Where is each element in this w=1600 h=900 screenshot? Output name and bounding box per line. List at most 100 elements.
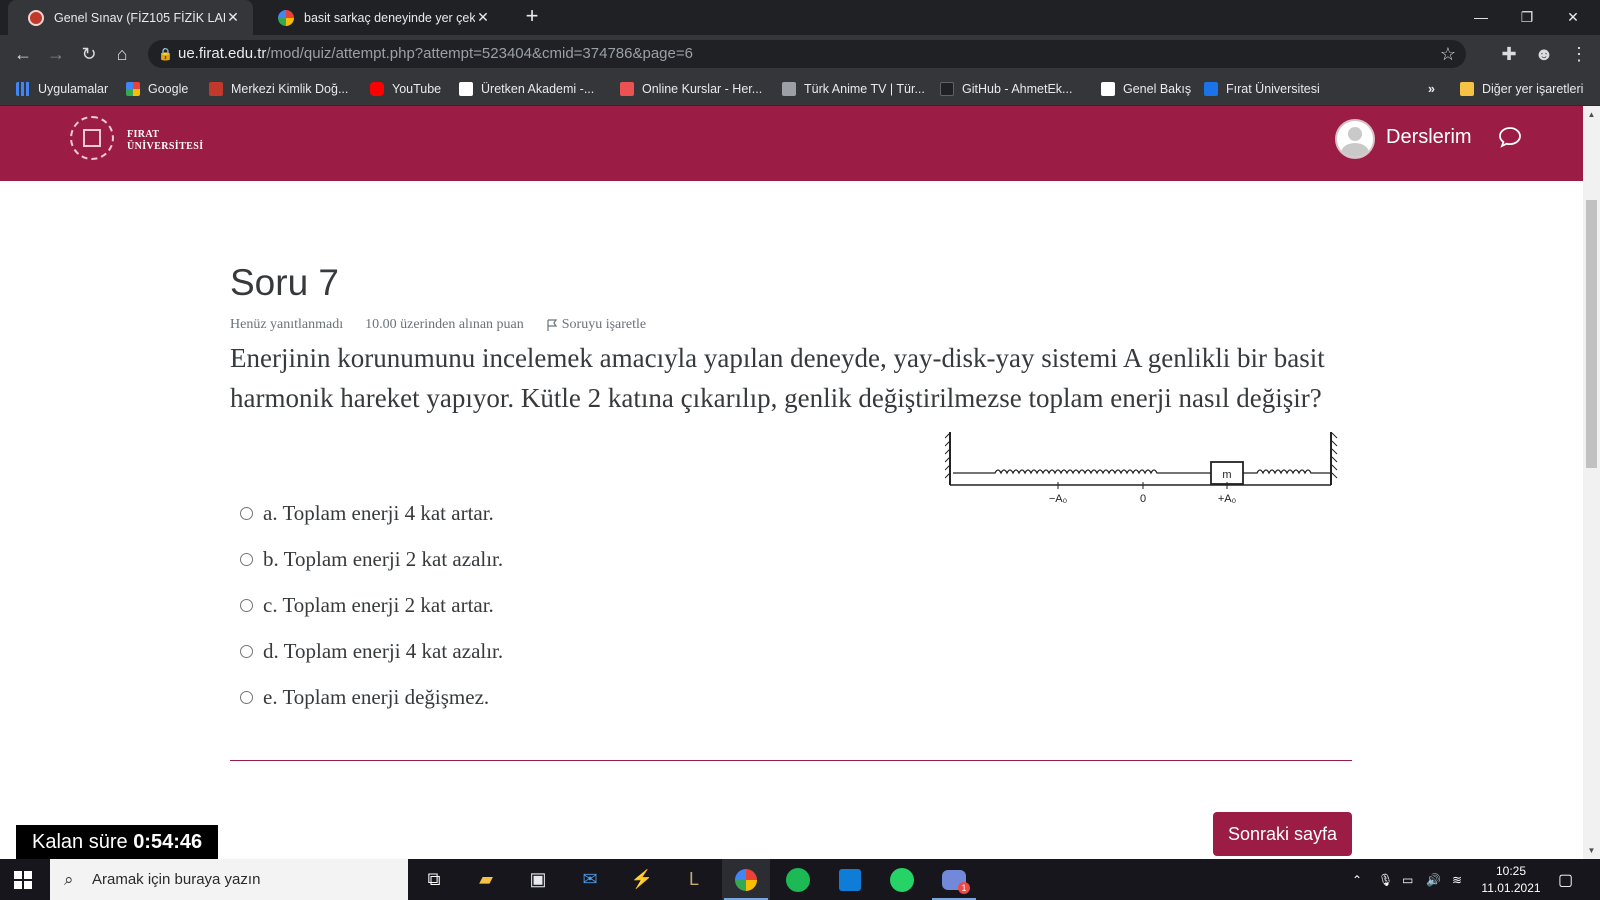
- answer-option-c[interactable]: c. Toplam enerji 2 kat artar.: [240, 590, 494, 620]
- spotify-logo-icon: [786, 867, 810, 892]
- answer-option-b[interactable]: b. Toplam enerji 2 kat azalır.: [240, 544, 503, 574]
- label-plus-amplitude: +A₀: [1218, 493, 1236, 505]
- taskbar-search-input[interactable]: ⌕ Aramak için buraya yazın: [50, 859, 408, 900]
- more-bookmarks-chevron-icon[interactable]: »: [1428, 80, 1435, 98]
- answer-option-d[interactable]: d. Toplam enerji 4 kat azalır.: [240, 636, 503, 666]
- battery-icon[interactable]: ▭: [1402, 859, 1413, 900]
- bookmark-label: Fırat Üniversitesi: [1226, 82, 1320, 96]
- apps-grid-icon: [16, 82, 30, 96]
- page-scrollbar[interactable]: ▲ ▼: [1583, 106, 1600, 859]
- url-path: /mod/quiz/attempt.php?attempt=523404&cmi…: [266, 45, 693, 62]
- chat-bubble-icon[interactable]: [1498, 126, 1522, 148]
- bookmark-github[interactable]: GitHub - AhmetEk...: [940, 80, 1072, 98]
- courses-link[interactable]: Derslerim: [1386, 126, 1472, 149]
- league-icon[interactable]: L: [670, 859, 718, 900]
- kimlik-icon: [209, 82, 223, 96]
- tray-chevron-icon[interactable]: ⌃: [1352, 859, 1362, 900]
- windows-start-icon[interactable]: [14, 871, 32, 889]
- bookmark-google[interactable]: Google: [126, 80, 188, 98]
- menu-icon[interactable]: ⋮: [1566, 41, 1592, 67]
- radio-button[interactable]: [240, 552, 253, 566]
- answer-label[interactable]: d. Toplam enerji 4 kat azalır.: [263, 639, 503, 664]
- chrome-icon[interactable]: [722, 859, 770, 900]
- tab-title: Genel Sınav (FİZ105 FİZİK LABOR: [54, 10, 225, 25]
- bookmark-udemy[interactable]: Online Kurslar - Her...: [620, 80, 762, 98]
- question-text: Enerjinin korunumunu incelemek amacıyla …: [230, 343, 1325, 413]
- udemy-icon: [620, 82, 634, 96]
- bookmark-label: Diğer yer işaretleri: [1482, 82, 1584, 96]
- browser-tab-search[interactable]: basit sarkaç deneyinde yer çekim ✕: [258, 0, 503, 35]
- bookmark-youtube[interactable]: YouTube: [370, 80, 441, 98]
- discord-icon[interactable]: 1: [930, 859, 978, 900]
- profile-icon[interactable]: ☻: [1531, 41, 1557, 67]
- file-explorer-icon[interactable]: ▰: [462, 859, 510, 900]
- bookmark-star-icon[interactable]: ☆: [1440, 40, 1456, 68]
- bookmark-uretken[interactable]: Üretken Akademi -...: [459, 80, 594, 98]
- new-tab-button[interactable]: +: [520, 5, 544, 29]
- bookmark-label: Türk Anime TV | Tür...: [804, 82, 925, 96]
- radio-button[interactable]: [240, 644, 253, 658]
- bookmark-label: YouTube: [392, 82, 442, 96]
- youtube-icon: [370, 82, 384, 96]
- next-page-button[interactable]: Sonraki sayfa: [1213, 812, 1352, 856]
- reload-icon[interactable]: ↻: [76, 41, 102, 67]
- lock-icon: 🔒: [158, 47, 173, 61]
- extensions-icon[interactable]: ✚: [1496, 41, 1522, 67]
- bookmark-kimlik[interactable]: Merkezi Kimlik Doğ...: [209, 80, 348, 98]
- back-icon[interactable]: ←: [10, 41, 36, 67]
- address-bar[interactable]: 🔒 ue.firat.edu.tr/mod/quiz/attempt.php?a…: [148, 40, 1466, 68]
- close-tab-icon[interactable]: ✕: [475, 9, 491, 26]
- blue-app-icon[interactable]: [826, 859, 874, 900]
- bookmark-genel-bakis[interactable]: Genel Bakış: [1101, 80, 1191, 98]
- other-bookmarks[interactable]: Diğer yer işaretleri: [1460, 80, 1583, 98]
- notifications-icon[interactable]: ▢: [1558, 859, 1573, 900]
- answer-label[interactable]: e. Toplam enerji değişmez.: [263, 685, 489, 710]
- volume-icon[interactable]: 🔊: [1426, 859, 1441, 900]
- bookmark-firat[interactable]: Fırat Üniversitesi: [1204, 80, 1320, 98]
- university-seal-icon[interactable]: [70, 116, 114, 160]
- answer-option-a[interactable]: a. Toplam enerji 4 kat artar.: [240, 498, 494, 528]
- scroll-up-icon[interactable]: ▲: [1583, 110, 1600, 119]
- task-view-icon[interactable]: ⧉: [410, 859, 458, 900]
- spotify-icon[interactable]: [774, 859, 822, 900]
- bookmark-apps[interactable]: Uygulamalar: [16, 80, 108, 98]
- close-tab-icon[interactable]: ✕: [225, 9, 241, 26]
- microphone-icon[interactable]: 🎙: [1378, 859, 1393, 900]
- flash-app-icon[interactable]: ⚡: [618, 859, 666, 900]
- scroll-thumb[interactable]: [1586, 200, 1597, 468]
- flag-label: Soruyu işaretle: [561, 317, 647, 332]
- question-title: Soru 7: [230, 262, 340, 303]
- store-icon[interactable]: ▣: [514, 859, 562, 900]
- radio-button[interactable]: [240, 690, 253, 704]
- answer-label[interactable]: b. Toplam enerji 2 kat azalır.: [263, 547, 503, 572]
- url-host: ue.firat.edu.tr: [178, 45, 267, 62]
- logo-line-2: ÜNİVERSİTESİ: [127, 141, 204, 152]
- google-favicon-icon: [278, 9, 294, 26]
- network-icon[interactable]: ≋: [1452, 859, 1462, 900]
- whatsapp-logo-icon: [890, 867, 914, 892]
- anime-icon: [782, 82, 796, 96]
- timer-label: Kalan süre: [32, 831, 128, 853]
- radio-button[interactable]: [240, 598, 253, 612]
- bookmark-label: Merkezi Kimlik Doğ...: [231, 82, 349, 96]
- answer-option-e[interactable]: e. Toplam enerji değişmez.: [240, 682, 489, 712]
- system-clock[interactable]: 10:25 11.01.2021: [1476, 863, 1546, 897]
- whatsapp-icon[interactable]: [878, 859, 926, 900]
- radio-button[interactable]: [240, 506, 253, 520]
- user-avatar[interactable]: [1335, 119, 1375, 159]
- site-header: FIRAT ÜNİVERSİTESİ Derslerim: [0, 106, 1583, 181]
- university-logo-text[interactable]: FIRAT ÜNİVERSİTESİ: [127, 129, 204, 153]
- flag-question-button[interactable]: Soruyu işaretle: [546, 317, 646, 333]
- forward-icon[interactable]: →: [43, 41, 69, 67]
- restore-icon[interactable]: ❐: [1504, 4, 1550, 30]
- browser-tab-quiz[interactable]: Genel Sınav (FİZ105 FİZİK LABOR ✕: [8, 0, 253, 35]
- answer-label[interactable]: a. Toplam enerji 4 kat artar.: [263, 501, 494, 526]
- close-window-icon[interactable]: ✕: [1550, 4, 1596, 30]
- bookmark-anime[interactable]: Türk Anime TV | Tür...: [782, 80, 925, 98]
- scroll-down-icon[interactable]: ▼: [1583, 846, 1600, 855]
- flag-icon: [547, 319, 557, 331]
- answer-label[interactable]: c. Toplam enerji 2 kat artar.: [263, 593, 494, 618]
- home-icon[interactable]: ⌂: [109, 41, 135, 67]
- minimize-icon[interactable]: —: [1458, 4, 1504, 30]
- mail-icon[interactable]: ✉: [566, 859, 614, 900]
